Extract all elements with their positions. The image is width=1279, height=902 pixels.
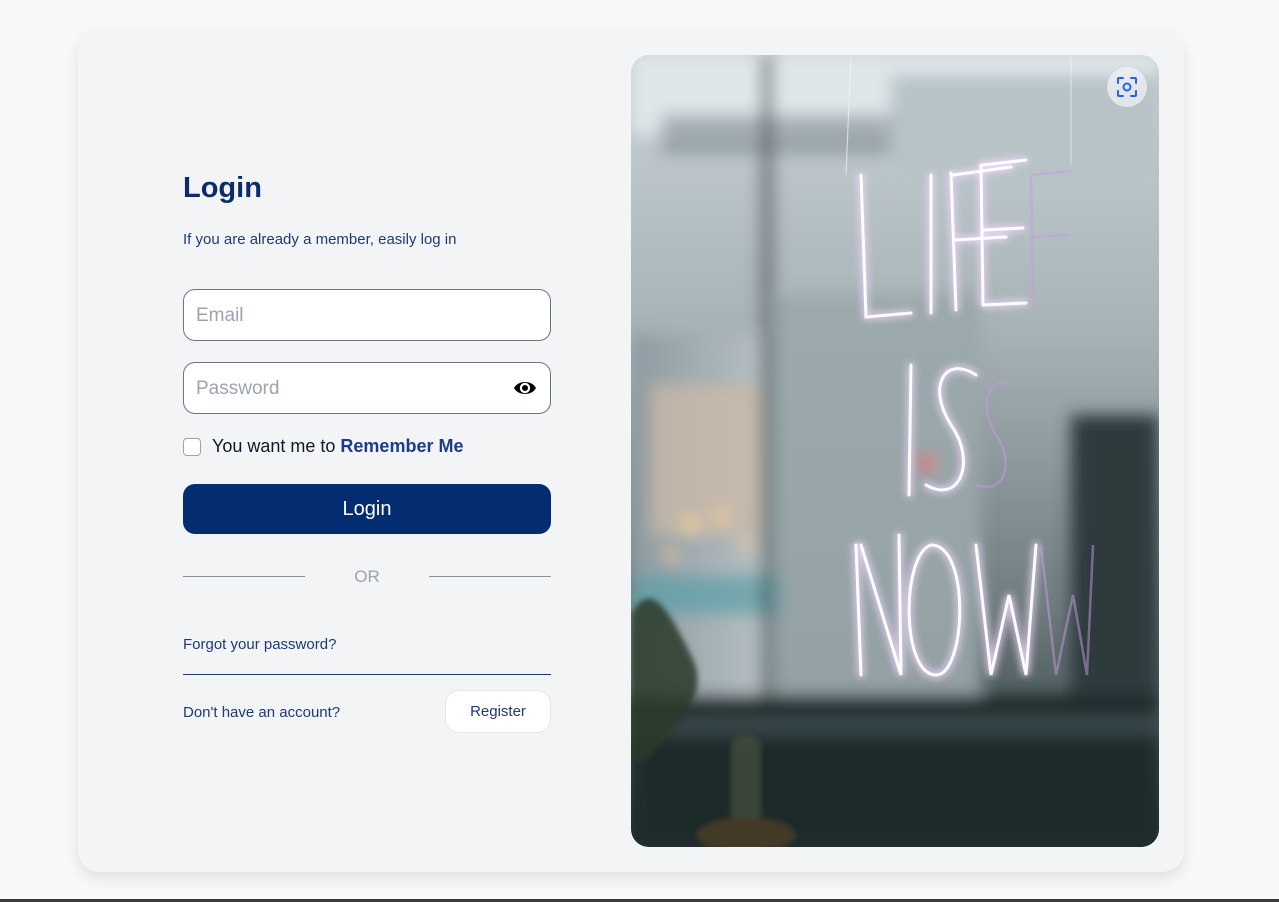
email-input[interactable] — [194, 290, 498, 342]
visual-search-button[interactable] — [1107, 67, 1147, 107]
neon-sign-photo — [631, 55, 1159, 847]
hero-image — [631, 55, 1159, 847]
password-field[interactable] — [183, 362, 551, 415]
no-account-text: Don't have an account? — [183, 704, 341, 721]
page-subtitle: If you are already a member, easily log … — [183, 231, 457, 248]
or-divider: OR — [183, 566, 551, 588]
register-button[interactable]: Register — [445, 690, 551, 733]
login-card: Login If you are already a member, easil… — [78, 30, 1184, 872]
email-field[interactable] — [183, 289, 551, 342]
eye-icon[interactable] — [513, 377, 537, 399]
password-input[interactable] — [194, 363, 498, 415]
remember-me-checkbox[interactable] — [183, 437, 201, 456]
visual-search-icon — [1117, 77, 1137, 97]
remember-me-label: You want me to — [212, 436, 336, 456]
separator — [183, 674, 551, 675]
divider-text: OR — [354, 567, 380, 586]
login-button[interactable]: Login — [183, 484, 551, 534]
remember-me-emphasis: Remember Me — [340, 436, 464, 456]
remember-me[interactable]: You want me to Remember Me — [183, 436, 463, 457]
divider-line-right — [429, 576, 551, 577]
forgot-password-link[interactable]: Forgot your password? — [183, 636, 336, 653]
page-title: Login — [183, 172, 262, 204]
